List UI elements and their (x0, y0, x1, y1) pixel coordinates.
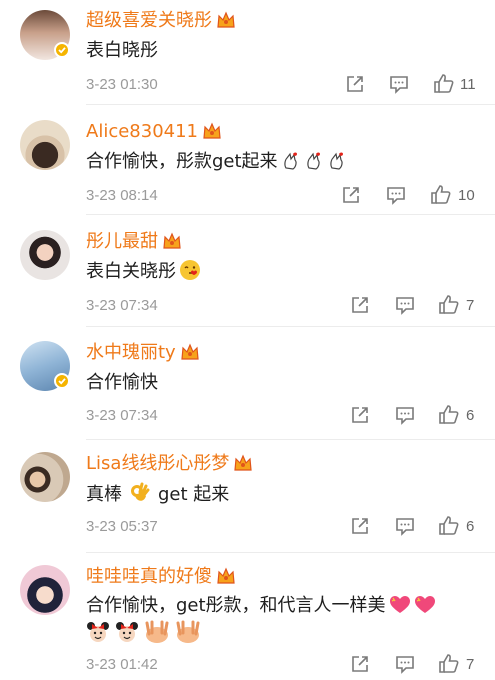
like-count: 7 (466, 297, 475, 314)
comment-icon[interactable] (395, 296, 415, 315)
crown-badge-icon (217, 11, 235, 28)
username[interactable]: 水中瑰丽ty (86, 342, 176, 363)
emoji-row (86, 620, 201, 646)
share-icon[interactable] (350, 654, 370, 674)
comment-text: 合作愉快 (86, 372, 158, 393)
comment-item: 水中瑰丽ty 合作愉快 3-23 07:34 6 (0, 327, 495, 440)
like-count: 10 (458, 187, 475, 204)
username[interactable]: Lisa线线彤心彤梦 (86, 453, 229, 474)
comment-icon[interactable] (389, 75, 409, 94)
heart-emoji-icon (414, 596, 435, 613)
heart-emoji-icon (389, 596, 410, 613)
thumbs-up-icon[interactable] (438, 404, 460, 425)
kiss-emoji-icon (180, 260, 200, 280)
verified-badge-icon (54, 42, 70, 58)
avatar[interactable] (20, 120, 70, 170)
share-icon[interactable] (350, 295, 370, 315)
thumbs-up-icon[interactable] (438, 294, 460, 315)
comment-text: 合作愉快，get彤款，和代言人一样美 (86, 593, 436, 619)
comment-icon[interactable] (395, 517, 415, 536)
ok-hand-emoji-icon (131, 482, 150, 501)
comment-icon[interactable] (395, 406, 415, 425)
victory-hands-emoji-icon (176, 620, 200, 643)
crown-badge-icon (217, 567, 235, 584)
comment-icon[interactable] (395, 655, 415, 674)
timestamp: 3-23 08:14 (86, 187, 158, 204)
crown-badge-icon (163, 232, 181, 249)
avatar[interactable] (20, 565, 70, 615)
username[interactable]: 超级喜爱关晓彤 (86, 10, 212, 31)
minnie-emoji-icon (87, 622, 109, 642)
timestamp: 3-23 07:34 (86, 407, 158, 424)
comment-item: 哇哇哇真的好傻 合作愉快，get彤款，和代言人一样美 3-23 01:42 7 (0, 553, 495, 680)
comment-text: 合作愉快，彤款get起来 (86, 149, 347, 175)
timestamp: 3-23 05:37 (86, 518, 158, 535)
thumbs-up-icon[interactable] (438, 515, 460, 536)
username[interactable]: 彤儿最甜 (86, 231, 158, 252)
share-icon[interactable] (350, 516, 370, 536)
comment-text: 表白晓彤 (86, 40, 158, 61)
thumbs-up-icon[interactable] (430, 184, 452, 205)
minnie-emoji-icon (116, 622, 139, 642)
timestamp: 3-23 01:30 (86, 76, 158, 93)
like-count: 6 (466, 407, 475, 424)
share-icon[interactable] (350, 405, 370, 425)
avatar[interactable] (20, 230, 70, 280)
timestamp: 3-23 07:34 (86, 297, 158, 314)
username[interactable]: Alice830411 (86, 121, 198, 142)
like-count: 11 (460, 76, 476, 93)
avatar[interactable] (20, 452, 70, 502)
victory-hands-emoji-icon (145, 620, 169, 643)
share-icon[interactable] (341, 185, 361, 205)
comment-text: 真棒 get 起来 (86, 482, 230, 505)
comment-item: Lisa线线彤心彤梦 真棒 get 起来 3-23 05:37 6 (0, 440, 495, 553)
comment-item: Alice830411 合作愉快，彤款get起来 3-23 08:14 10 (0, 105, 495, 215)
timestamp: 3-23 01:42 (86, 656, 158, 673)
share-icon[interactable] (345, 74, 365, 94)
comment-item: 彤儿最甜 表白关晓彤 3-23 07:34 7 (0, 215, 495, 327)
like-count: 7 (466, 656, 475, 673)
crown-badge-icon (203, 122, 221, 139)
emoji-icon (278, 151, 347, 172)
crown-badge-icon (234, 454, 253, 471)
thumbs-up-icon[interactable] (438, 653, 460, 674)
verified-badge-icon (54, 373, 70, 389)
thumbs-up-icon[interactable] (433, 73, 455, 94)
like-count: 6 (466, 518, 475, 535)
comment-icon[interactable] (386, 186, 406, 205)
crown-badge-icon (181, 343, 199, 360)
comment-item: 超级喜爱关晓彤 表白晓彤 3-23 01:30 11 (0, 0, 495, 105)
username[interactable]: 哇哇哇真的好傻 (86, 566, 212, 587)
comment-text: 表白关晓彤 (86, 259, 201, 285)
